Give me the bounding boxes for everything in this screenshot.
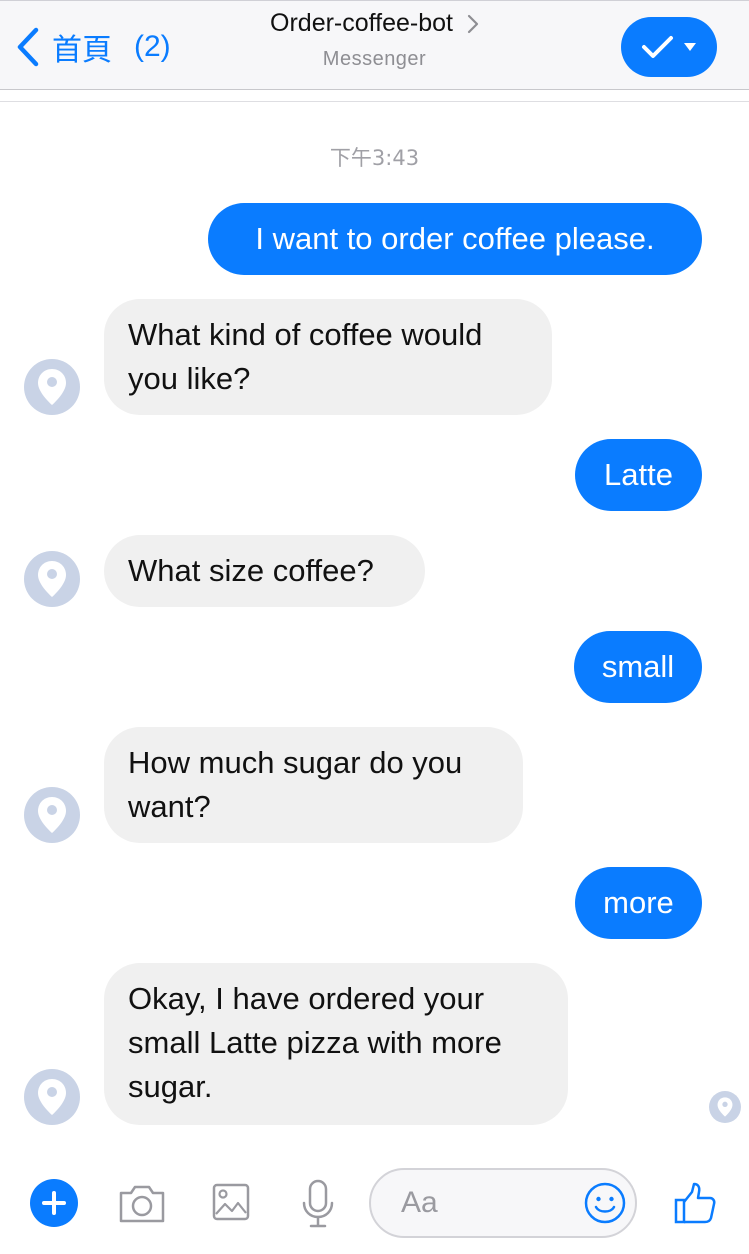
outgoing-message[interactable]: small — [574, 631, 702, 703]
message-input-placeholder: Aa — [401, 1186, 438, 1219]
emoji-icon[interactable] — [583, 1181, 627, 1225]
location-pin-icon — [38, 797, 66, 833]
location-pin-icon — [717, 1097, 733, 1117]
gallery-button[interactable] — [211, 1182, 251, 1222]
like-button[interactable] — [672, 1180, 718, 1226]
incoming-message[interactable]: How much sugar do you want? — [104, 727, 523, 843]
bot-avatar[interactable] — [24, 1069, 80, 1125]
composer-bar: Aa — [0, 1150, 749, 1254]
location-pin-icon — [38, 561, 66, 597]
image-icon — [212, 1183, 250, 1221]
more-actions-button[interactable] — [30, 1179, 78, 1227]
caret-down-icon — [684, 43, 696, 51]
plus-icon — [42, 1191, 66, 1215]
checkmark-icon — [642, 36, 673, 58]
camera-button[interactable] — [117, 1181, 167, 1225]
bot-avatar[interactable] — [24, 359, 80, 415]
bot-avatar[interactable] — [24, 787, 80, 843]
camera-icon — [119, 1185, 165, 1223]
microphone-icon — [302, 1179, 334, 1228]
done-button[interactable] — [621, 17, 717, 77]
message-input[interactable]: Aa — [369, 1168, 637, 1238]
thumbs-up-icon — [674, 1182, 716, 1224]
conversation-header: 首頁 (2) Order-coffee-bot Messenger — [0, 0, 749, 90]
chevron-right-icon — [467, 14, 479, 33]
header-divider — [0, 89, 749, 90]
incoming-message[interactable]: What kind of coffee would you like? — [104, 299, 552, 415]
incoming-message[interactable]: What size coffee? — [104, 535, 425, 607]
outgoing-message[interactable]: Latte — [575, 439, 702, 511]
incoming-message[interactable]: Okay, I have ordered your small Latte pi… — [104, 963, 568, 1125]
voice-button[interactable] — [300, 1179, 336, 1229]
header-divider-secondary — [0, 101, 749, 102]
outgoing-message[interactable]: I want to order coffee please. — [208, 203, 702, 275]
seen-indicator — [709, 1091, 741, 1123]
bot-avatar[interactable] — [24, 551, 80, 607]
conversation-title: Order-coffee-bot — [270, 9, 453, 37]
message-timestamp: 下午3:43 — [329, 146, 420, 170]
location-pin-icon — [38, 1079, 66, 1115]
outgoing-message[interactable]: more — [575, 867, 702, 939]
location-pin-icon — [38, 369, 66, 405]
